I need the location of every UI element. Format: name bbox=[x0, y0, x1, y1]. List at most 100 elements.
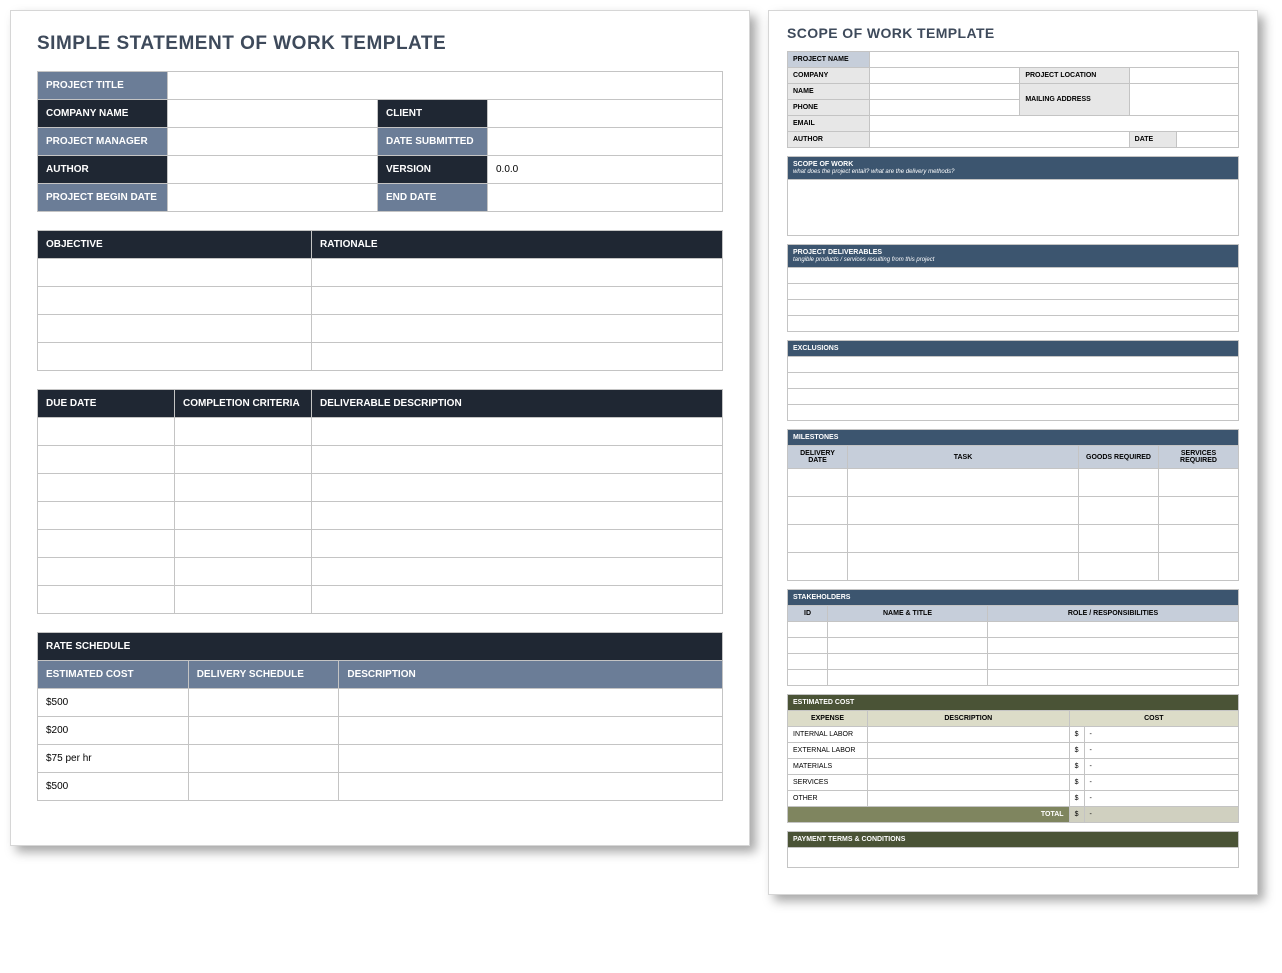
table-cell[interactable] bbox=[175, 418, 312, 446]
table-cell[interactable] bbox=[175, 530, 312, 558]
table-cell[interactable] bbox=[312, 343, 723, 371]
author-value[interactable] bbox=[870, 132, 1130, 148]
table-cell[interactable] bbox=[188, 717, 339, 745]
table-cell[interactable] bbox=[788, 469, 848, 497]
table-cell[interactable] bbox=[1079, 497, 1159, 525]
table-cell[interactable] bbox=[1159, 553, 1239, 581]
table-row[interactable] bbox=[788, 284, 1239, 300]
estimated-cost-cell[interactable]: $500 bbox=[38, 689, 189, 717]
table-cell[interactable] bbox=[188, 773, 339, 801]
table-cell[interactable] bbox=[788, 654, 828, 670]
table-row[interactable] bbox=[788, 405, 1239, 421]
table-cell[interactable] bbox=[188, 689, 339, 717]
table-cell[interactable] bbox=[339, 745, 723, 773]
email-value[interactable] bbox=[870, 116, 1239, 132]
table-cell[interactable] bbox=[828, 654, 988, 670]
table-cell[interactable] bbox=[848, 497, 1079, 525]
version-value[interactable]: 0.0.0 bbox=[488, 156, 723, 184]
cost-value[interactable]: - bbox=[1084, 727, 1239, 743]
table-cell[interactable] bbox=[38, 418, 175, 446]
table-cell[interactable] bbox=[868, 743, 1070, 759]
scope-body[interactable] bbox=[788, 180, 1239, 236]
cost-value[interactable]: - bbox=[1084, 743, 1239, 759]
table-cell[interactable] bbox=[828, 670, 988, 686]
table-cell[interactable] bbox=[38, 558, 175, 586]
table-cell[interactable] bbox=[1079, 469, 1159, 497]
table-cell[interactable] bbox=[1159, 497, 1239, 525]
table-row[interactable] bbox=[788, 316, 1239, 332]
table-cell[interactable] bbox=[312, 530, 723, 558]
table-cell[interactable] bbox=[339, 773, 723, 801]
table-cell[interactable] bbox=[788, 525, 848, 553]
project-title-value[interactable] bbox=[168, 72, 723, 100]
table-cell[interactable] bbox=[312, 418, 723, 446]
table-cell[interactable] bbox=[312, 259, 723, 287]
estimated-cost-cell[interactable]: $75 per hr bbox=[38, 745, 189, 773]
table-cell[interactable] bbox=[788, 497, 848, 525]
cost-value[interactable]: - bbox=[1084, 759, 1239, 775]
table-cell[interactable] bbox=[788, 622, 828, 638]
table-cell[interactable] bbox=[312, 315, 723, 343]
table-cell[interactable] bbox=[788, 638, 828, 654]
estimated-cost-cell[interactable]: $500 bbox=[38, 773, 189, 801]
table-cell[interactable] bbox=[868, 775, 1070, 791]
table-cell[interactable] bbox=[312, 586, 723, 614]
author-value[interactable] bbox=[168, 156, 378, 184]
table-cell[interactable] bbox=[38, 474, 175, 502]
table-row[interactable] bbox=[788, 357, 1239, 373]
table-cell[interactable] bbox=[312, 287, 723, 315]
table-cell[interactable] bbox=[188, 745, 339, 773]
company-value[interactable] bbox=[168, 100, 378, 128]
table-cell[interactable] bbox=[38, 315, 312, 343]
begin-date-value[interactable] bbox=[168, 184, 378, 212]
table-cell[interactable] bbox=[988, 670, 1239, 686]
table-row[interactable] bbox=[788, 300, 1239, 316]
table-cell[interactable] bbox=[988, 638, 1239, 654]
table-cell[interactable] bbox=[312, 502, 723, 530]
project-location-value[interactable] bbox=[1129, 68, 1238, 84]
table-cell[interactable] bbox=[38, 343, 312, 371]
table-cell[interactable] bbox=[988, 654, 1239, 670]
table-cell[interactable] bbox=[868, 791, 1070, 807]
table-cell[interactable] bbox=[38, 287, 312, 315]
table-cell[interactable] bbox=[848, 469, 1079, 497]
table-cell[interactable] bbox=[38, 586, 175, 614]
table-cell[interactable] bbox=[175, 586, 312, 614]
table-cell[interactable] bbox=[1159, 469, 1239, 497]
table-row[interactable] bbox=[788, 268, 1239, 284]
table-cell[interactable] bbox=[988, 622, 1239, 638]
cost-value[interactable]: - bbox=[1084, 775, 1239, 791]
table-cell[interactable] bbox=[175, 474, 312, 502]
table-cell[interactable] bbox=[339, 689, 723, 717]
table-cell[interactable] bbox=[312, 558, 723, 586]
mailing-address-value[interactable] bbox=[1129, 84, 1238, 116]
company-value[interactable] bbox=[870, 68, 1020, 84]
table-cell[interactable] bbox=[788, 553, 848, 581]
table-cell[interactable] bbox=[312, 474, 723, 502]
table-cell[interactable] bbox=[1079, 553, 1159, 581]
table-cell[interactable] bbox=[38, 446, 175, 474]
payment-terms-body[interactable] bbox=[788, 848, 1239, 868]
client-value[interactable] bbox=[488, 100, 723, 128]
name-value[interactable] bbox=[870, 84, 1020, 100]
table-cell[interactable] bbox=[1159, 525, 1239, 553]
table-cell[interactable] bbox=[848, 553, 1079, 581]
table-cell[interactable] bbox=[175, 502, 312, 530]
table-cell[interactable] bbox=[828, 638, 988, 654]
project-name-value[interactable] bbox=[870, 52, 1239, 68]
table-cell[interactable] bbox=[38, 502, 175, 530]
table-cell[interactable] bbox=[339, 717, 723, 745]
table-cell[interactable] bbox=[38, 530, 175, 558]
date-value[interactable] bbox=[1177, 132, 1239, 148]
pm-value[interactable] bbox=[168, 128, 378, 156]
table-cell[interactable] bbox=[175, 558, 312, 586]
phone-value[interactable] bbox=[870, 100, 1020, 116]
table-row[interactable] bbox=[788, 389, 1239, 405]
table-cell[interactable] bbox=[1079, 525, 1159, 553]
table-cell[interactable] bbox=[828, 622, 988, 638]
end-date-value[interactable] bbox=[488, 184, 723, 212]
estimated-cost-cell[interactable]: $200 bbox=[38, 717, 189, 745]
date-submitted-value[interactable] bbox=[488, 128, 723, 156]
table-row[interactable] bbox=[788, 373, 1239, 389]
table-cell[interactable] bbox=[788, 670, 828, 686]
